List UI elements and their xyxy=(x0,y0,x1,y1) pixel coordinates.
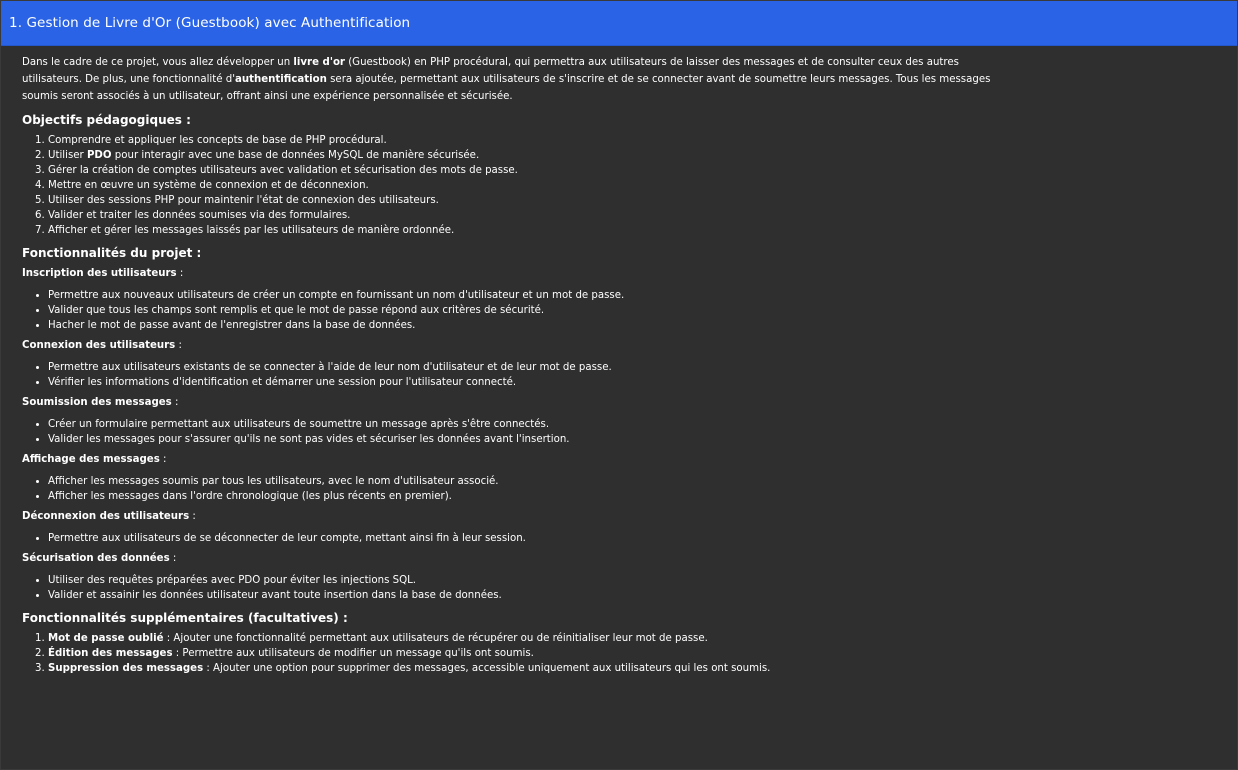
list-item-text: : Permettre aux utilisateurs de modifier… xyxy=(172,648,534,659)
list-item: Mettre en œuvre un système de connexion … xyxy=(48,178,1022,193)
section-heading-soumission: Soumission des messages : xyxy=(22,396,1022,409)
list-item: Afficher les messages dans l'ordre chron… xyxy=(48,489,1022,504)
list-item: Mot de passe oublié : Ajouter une foncti… xyxy=(48,631,1022,646)
list-item: Créer un formulaire permettant aux utili… xyxy=(48,417,1022,432)
card-body: Dans le cadre de ce projet, vous allez d… xyxy=(1,46,1022,676)
list-item-bold: Mot de passe oublié xyxy=(48,633,164,644)
list-item: Comprendre et appliquer les concepts de … xyxy=(48,133,1022,148)
section-title: Connexion des utilisateurs xyxy=(22,340,176,351)
list-item-text: Utiliser xyxy=(48,150,87,161)
list-item-bold: Édition des messages xyxy=(48,648,173,659)
list-item-bold: PDO xyxy=(86,150,112,161)
section-colon: : xyxy=(169,553,177,564)
list-item: Permettre aux utilisateurs de se déconne… xyxy=(48,531,1022,546)
intro-bold-guestbook: livre d'or xyxy=(293,57,345,68)
securisation-list: Utiliser des requêtes préparées avec PDO… xyxy=(22,573,1022,603)
list-item: Afficher les messages soumis par tous le… xyxy=(48,474,1022,489)
card-title: 1. Gestion de Livre d'Or (Guestbook) ave… xyxy=(9,15,411,31)
features-heading: Fonctionnalités du projet : xyxy=(22,246,202,260)
list-item: Permettre aux nouveaux utilisateurs de c… xyxy=(48,288,1022,303)
section-colon: : xyxy=(189,511,196,522)
card-header[interactable]: 1. Gestion de Livre d'Or (Guestbook) ave… xyxy=(1,1,1237,46)
list-item: Utiliser des sessions PHP pour maintenir… xyxy=(48,193,1022,208)
section-colon: : xyxy=(171,397,179,408)
section-heading-affichage: Affichage des messages : xyxy=(22,453,1022,466)
list-item: Gérer la création de comptes utilisateur… xyxy=(48,163,1022,178)
section-title: Inscription des utilisateurs xyxy=(22,268,177,279)
list-item-text: pour interagir avec une base de données … xyxy=(111,150,480,161)
intro-text-1: Dans le cadre de ce projet, vous allez d… xyxy=(22,57,294,68)
extras-heading: Fonctionnalités supplémentaires (faculta… xyxy=(22,611,348,625)
section-heading-inscription: Inscription des utilisateurs : xyxy=(22,267,1022,280)
list-item: Valider que tous les champs sont remplis… xyxy=(48,303,1022,318)
objectives-list: Comprendre et appliquer les concepts de … xyxy=(22,133,1022,238)
soumission-list: Créer un formulaire permettant aux utili… xyxy=(22,417,1022,447)
intro-bold-authentication: authentification xyxy=(235,74,327,85)
section-colon: : xyxy=(176,268,184,279)
list-item: Permettre aux utilisateurs existants de … xyxy=(48,360,1022,375)
list-item: Valider les messages pour s'assurer qu'i… xyxy=(48,432,1022,447)
section-colon: : xyxy=(159,454,167,465)
section-heading-securisation: Sécurisation des données : xyxy=(22,552,1022,565)
list-item-text: : Ajouter une fonctionnalité permettant … xyxy=(163,633,708,644)
section-heading-deconnexion: Déconnexion des utilisateurs : xyxy=(22,510,1022,523)
list-item: Hacher le mot de passe avant de l'enregi… xyxy=(48,318,1022,333)
list-item: Vérifier les informations d'identificati… xyxy=(48,375,1022,390)
list-item-bold: Suppression des messages xyxy=(48,663,204,674)
inscription-list: Permettre aux nouveaux utilisateurs de c… xyxy=(22,288,1022,333)
list-item: Valider et assainir les données utilisat… xyxy=(48,588,1022,603)
list-item: Afficher et gérer les messages laissés p… xyxy=(48,223,1022,238)
connexion-list: Permettre aux utilisateurs existants de … xyxy=(22,360,1022,390)
project-card: 1. Gestion de Livre d'Or (Guestbook) ave… xyxy=(0,0,1238,770)
list-item-text: : Ajouter une option pour supprimer des … xyxy=(203,663,771,674)
deconnexion-list: Permettre aux utilisateurs de se déconne… xyxy=(22,531,1022,546)
extras-list: Mot de passe oublié : Ajouter une foncti… xyxy=(22,631,1022,676)
list-item: Édition des messages : Permettre aux uti… xyxy=(48,646,1022,661)
section-title: Déconnexion des utilisateurs xyxy=(22,511,190,522)
section-title: Sécurisation des données xyxy=(22,553,170,564)
section-title: Affichage des messages xyxy=(22,454,160,465)
intro-paragraph: Dans le cadre de ce projet, vous allez d… xyxy=(22,54,1022,105)
affichage-list: Afficher les messages soumis par tous le… xyxy=(22,474,1022,504)
list-item: Valider et traiter les données soumises … xyxy=(48,208,1022,223)
list-item: Utiliser des requêtes préparées avec PDO… xyxy=(48,573,1022,588)
list-item: Utiliser PDO pour interagir avec une bas… xyxy=(48,148,1022,163)
section-title: Soumission des messages xyxy=(22,397,172,408)
section-colon: : xyxy=(175,340,182,351)
section-heading-connexion: Connexion des utilisateurs : xyxy=(22,339,1022,352)
objectives-heading: Objectifs pédagogiques : xyxy=(22,113,191,127)
list-item: Suppression des messages : Ajouter une o… xyxy=(48,661,1022,676)
